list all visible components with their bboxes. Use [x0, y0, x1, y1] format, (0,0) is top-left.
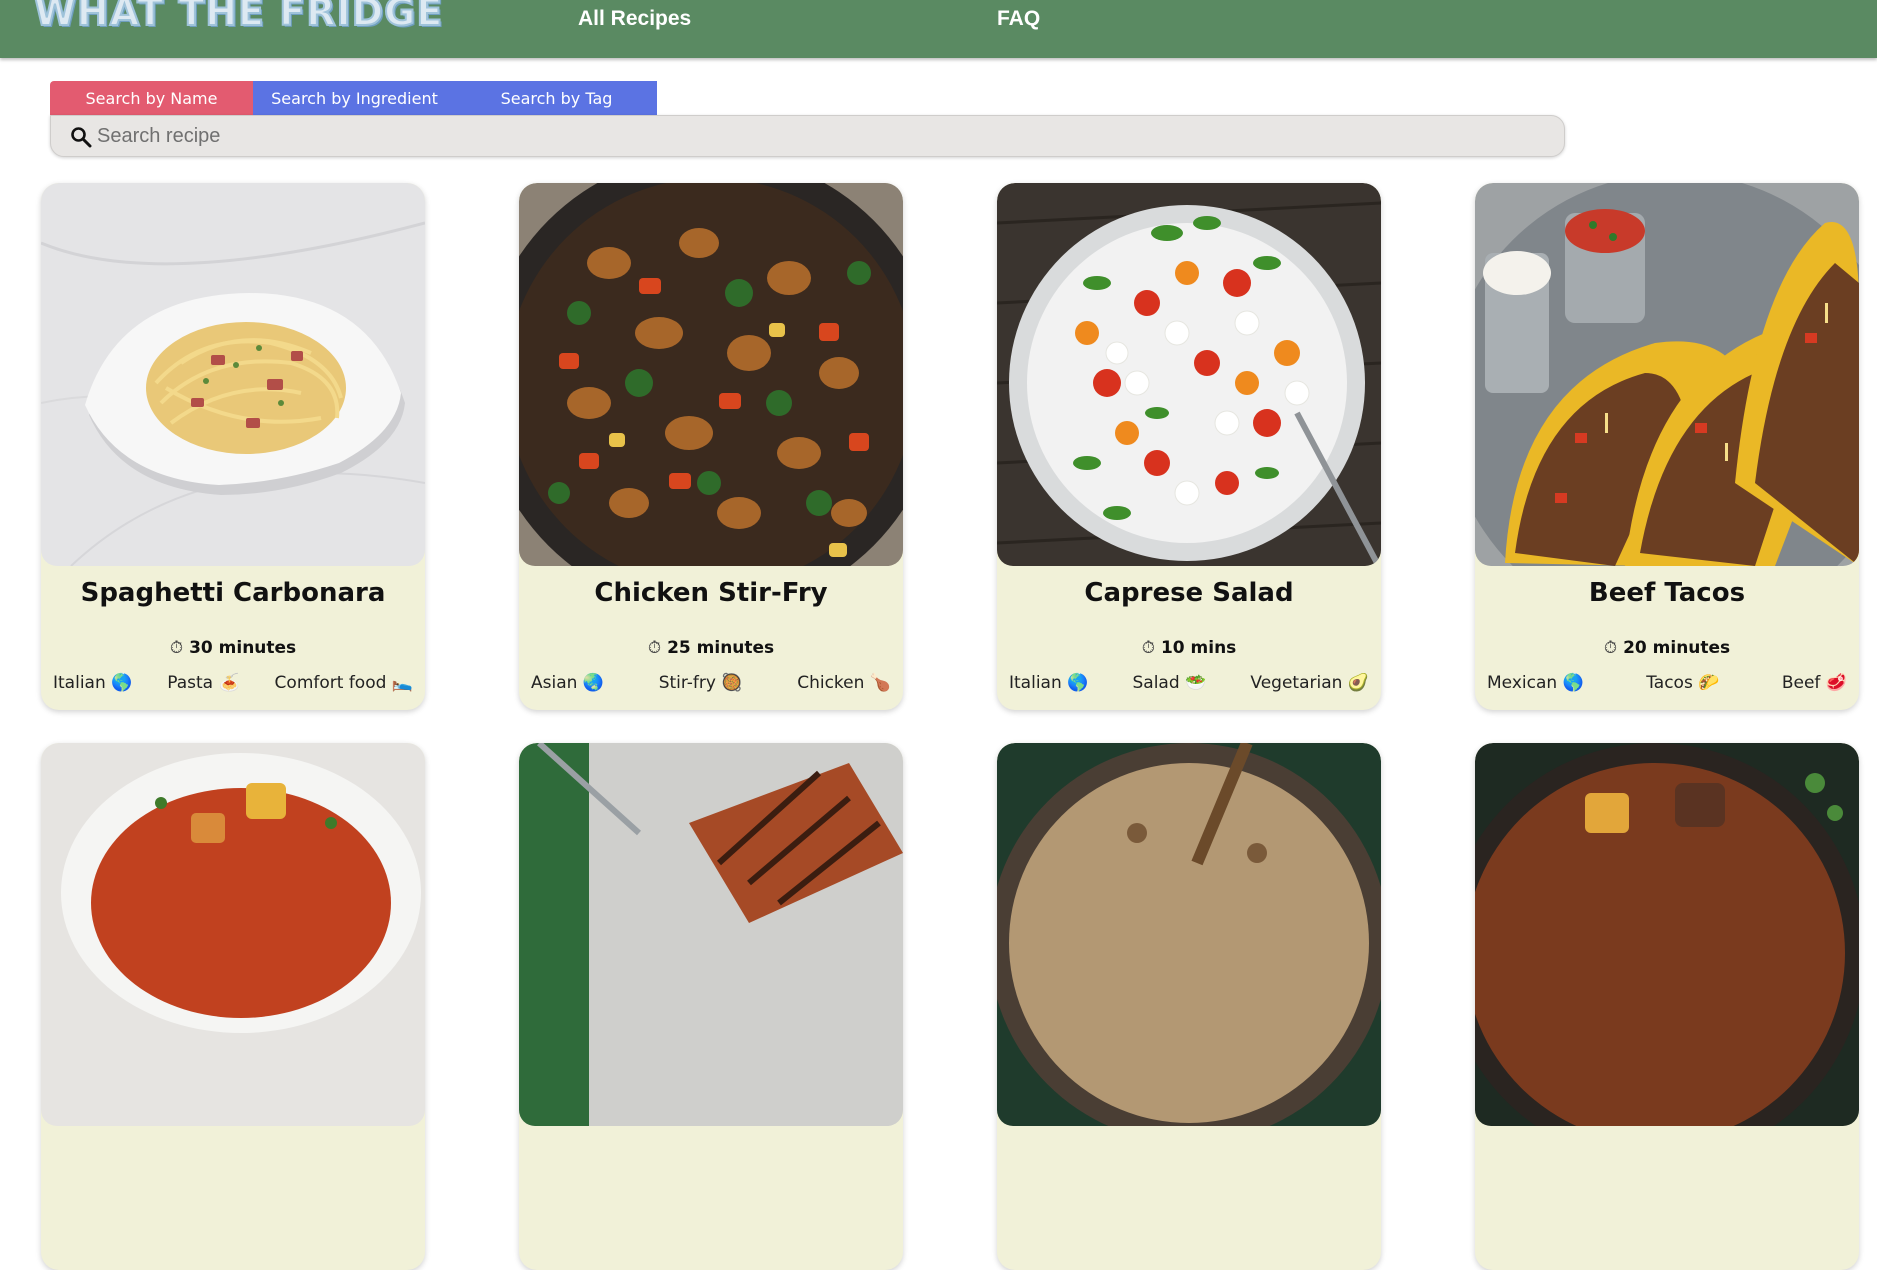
- recipe-card[interactable]: Caprese Salad ⏱ 10 mins Italian 🌎 Salad 🥗…: [997, 183, 1381, 710]
- recipe-image: [1475, 743, 1859, 1126]
- tab-search-by-ingredient[interactable]: Search by Ingredient: [253, 81, 456, 116]
- recipe-time-value: 30 minutes: [189, 638, 297, 658]
- recipe-tag[interactable]: Italian 🌎: [1009, 673, 1088, 693]
- recipe-tags: Mexican 🌎 Tacos 🌮 Beef 🥩: [1475, 673, 1859, 693]
- recipe-card[interactable]: Chicken Stir-Fry ⏱ 25 minutes Asian 🌏 Sti…: [519, 183, 903, 710]
- recipe-time: ⏱ 30 minutes: [41, 638, 425, 658]
- recipe-time: ⏱ 20 minutes: [1475, 638, 1859, 658]
- recipe-card[interactable]: Spaghetti Carbonara ⏱ 30 minutes Italian …: [41, 183, 425, 710]
- recipe-tag[interactable]: Tacos 🌮: [1646, 673, 1719, 693]
- recipe-tag[interactable]: Beef 🥩: [1782, 673, 1847, 693]
- recipe-tag[interactable]: Mexican 🌎: [1487, 673, 1584, 693]
- nav-all-recipes[interactable]: All Recipes: [578, 7, 691, 31]
- recipe-card[interactable]: [1475, 743, 1859, 1270]
- search-bar: [50, 115, 1565, 157]
- stopwatch-icon: ⏱: [169, 638, 184, 658]
- recipe-title: Caprese Salad: [1084, 578, 1294, 608]
- recipe-tags: Italian 🌎 Pasta 🍝 Comfort food 🛌: [41, 673, 425, 693]
- stopwatch-icon: ⏱: [647, 638, 662, 658]
- recipe-time-value: 10 mins: [1160, 638, 1237, 658]
- tab-search-by-name[interactable]: Search by Name: [50, 81, 253, 116]
- recipe-image: [519, 183, 903, 566]
- recipe-tag[interactable]: Stir-fry 🥘: [659, 673, 743, 693]
- recipe-time-value: 25 minutes: [667, 638, 775, 658]
- site-logo[interactable]: WHAT THE FRIDGE: [33, 0, 443, 35]
- recipe-time: ⏱ 10 mins: [997, 638, 1381, 658]
- recipe-image: [1475, 183, 1859, 566]
- recipe-tag[interactable]: Salad 🥗: [1133, 673, 1207, 693]
- recipe-card[interactable]: [519, 743, 903, 1270]
- nav-faq[interactable]: FAQ: [997, 7, 1040, 31]
- recipe-card[interactable]: Beef Tacos ⏱ 20 minutes Mexican 🌎 Tacos 🌮…: [1475, 183, 1859, 710]
- recipe-image: [41, 183, 425, 566]
- recipe-tag[interactable]: Asian 🌏: [531, 673, 604, 693]
- tab-search-by-tag[interactable]: Search by Tag: [456, 81, 657, 116]
- recipe-tag[interactable]: Vegetarian 🥑: [1250, 673, 1369, 693]
- search-input[interactable]: [97, 120, 1547, 152]
- stopwatch-icon: ⏱: [1603, 638, 1618, 658]
- recipe-tag[interactable]: Pasta 🍝: [167, 673, 239, 693]
- recipe-tag[interactable]: Comfort food 🛌: [275, 673, 413, 693]
- recipe-image: [41, 743, 425, 1126]
- recipe-tag[interactable]: Chicken 🍗: [797, 673, 891, 693]
- stopwatch-icon: ⏱: [1141, 638, 1155, 658]
- recipe-image: [997, 743, 1381, 1126]
- recipe-time: ⏱ 25 minutes: [519, 638, 903, 658]
- recipe-title: Chicken Stir-Fry: [594, 578, 828, 608]
- search-icon: [70, 126, 92, 148]
- recipe-tags: Asian 🌏 Stir-fry 🥘 Chicken 🍗: [519, 673, 903, 693]
- recipe-card[interactable]: [41, 743, 425, 1270]
- search-mode-tabs: Search by Name Search by Ingredient Sear…: [50, 81, 657, 116]
- recipe-card[interactable]: [997, 743, 1381, 1270]
- recipe-title: Beef Tacos: [1588, 578, 1746, 608]
- recipe-tag[interactable]: Italian 🌎: [53, 673, 132, 693]
- recipe-title: Spaghetti Carbonara: [80, 578, 386, 608]
- recipe-image: [519, 743, 903, 1126]
- top-navigation-bar: WHAT THE FRIDGE All Recipes FAQ: [0, 0, 1877, 58]
- recipe-image: [997, 183, 1381, 566]
- recipe-tags: Italian 🌎 Salad 🥗 Vegetarian 🥑: [997, 673, 1381, 693]
- recipe-time-value: 20 minutes: [1623, 638, 1731, 658]
